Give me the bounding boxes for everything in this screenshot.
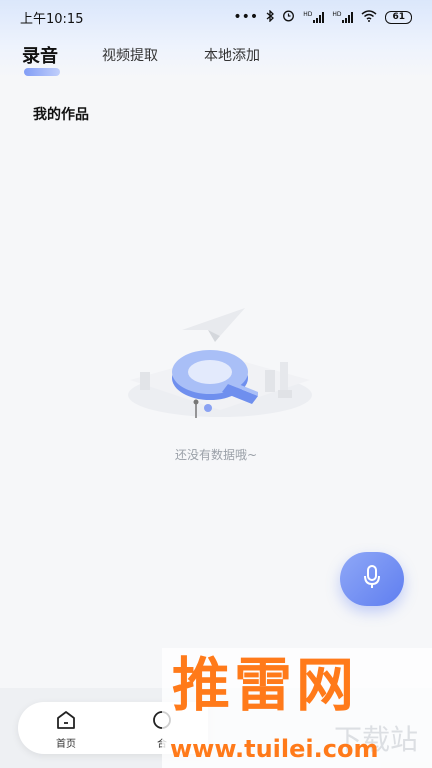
- status-icons: ••• HD HD 61: [233, 8, 412, 25]
- tab-video-extract[interactable]: 视频提取: [102, 45, 158, 65]
- battery-icon: 61: [385, 10, 412, 24]
- nav-home-label: 首页: [56, 739, 76, 750]
- watermark-brand: 推雷网: [172, 651, 359, 719]
- tab-record[interactable]: 录音: [22, 42, 60, 76]
- tab-record-label: 录音: [22, 46, 58, 67]
- status-time: 上午10:15: [20, 11, 84, 27]
- status-bar: 上午10:15 ••• HD HD 61: [0, 0, 432, 34]
- more-dots-icon: •••: [233, 9, 259, 25]
- signal-1-icon: HD: [303, 11, 325, 23]
- record-microphone-button[interactable]: [340, 552, 404, 606]
- bluetooth-icon: [266, 8, 275, 25]
- signal-2-icon: HD: [332, 11, 354, 23]
- empty-state-text: 还没有数据哦~: [174, 448, 258, 462]
- home-icon: [55, 711, 77, 733]
- wifi-icon: [361, 9, 377, 25]
- top-tabs: 录音 视频提取 本地添加: [22, 38, 306, 76]
- microphone-icon: [362, 564, 382, 594]
- tab-local-add[interactable]: 本地添加: [204, 45, 260, 65]
- watermark-url: www.tuilei.com: [170, 735, 379, 763]
- empty-state-illustration: [120, 300, 320, 430]
- alarm-icon: [282, 9, 295, 25]
- active-tab-indicator: [24, 68, 60, 76]
- nav-item-home[interactable]: 首页: [46, 710, 86, 750]
- my-works-title: 我的作品: [33, 107, 89, 123]
